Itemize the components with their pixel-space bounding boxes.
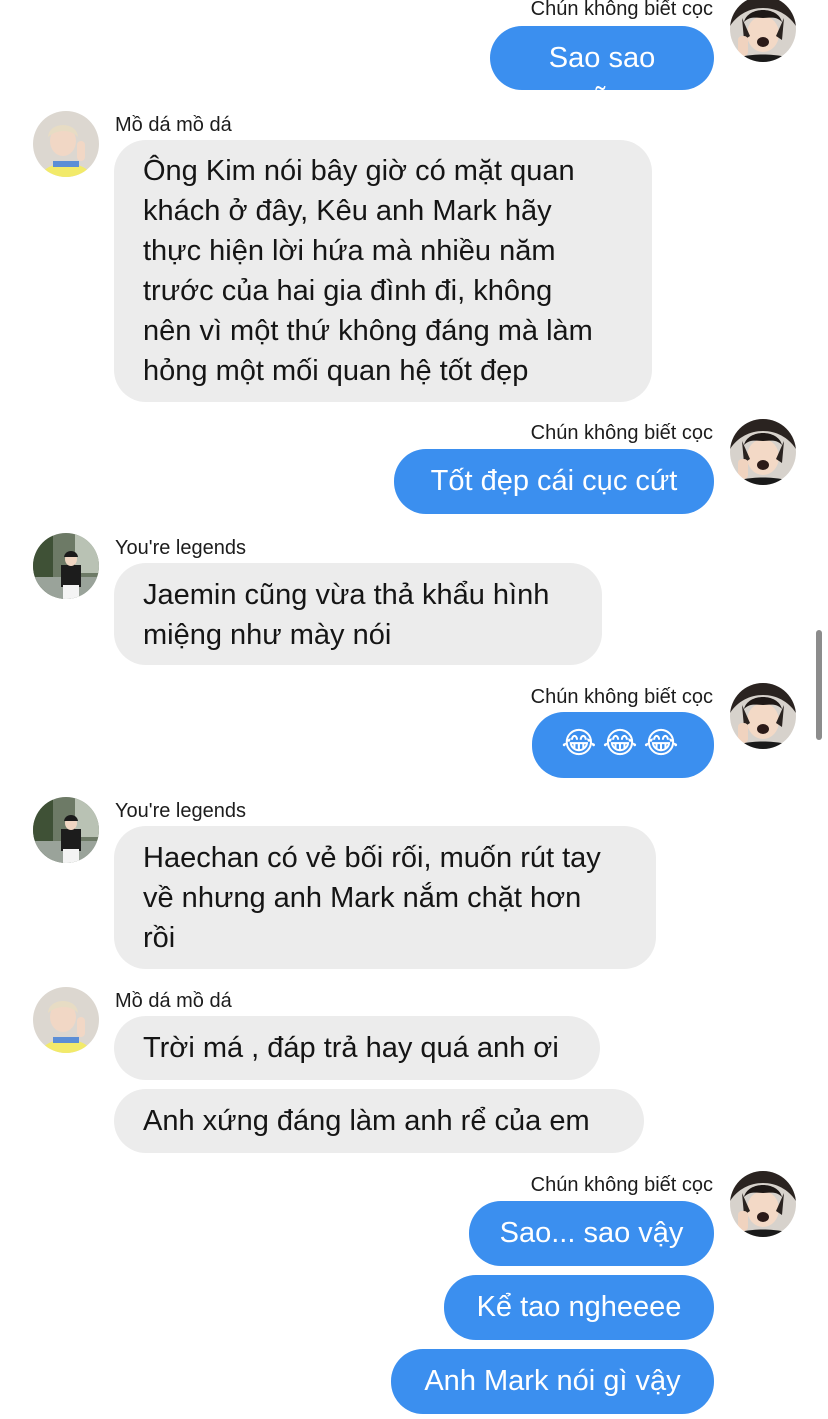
message-bubble-outgoing[interactable]: Anh Mark nói gì vậy: [391, 1349, 714, 1414]
sender-name: Mồ dá mồ dá: [115, 990, 232, 1012]
message-bubble-outgoing[interactable]: Sao sao nữa: [490, 26, 714, 114]
sender-name: Chún không biết cọc: [530, 422, 713, 444]
message-bubble-incoming[interactable]: Haechan có vẻ bối rối, muốn rút tay về n…: [114, 826, 656, 969]
message-bubble-outgoing[interactable]: Kể tao ngheeee: [444, 1275, 714, 1340]
message-bubble-outgoing[interactable]: Sao... sao vậy: [469, 1201, 714, 1266]
sender-name: You're legends: [115, 800, 246, 822]
message-bubble-incoming[interactable]: Trời má , đáp trả hay quá anh ơi: [114, 1016, 600, 1080]
message-bubble-incoming[interactable]: Ông Kim nói bây giờ có mặt quan khách ở …: [114, 140, 652, 402]
sender-name: Chún không biết cọc: [530, 0, 713, 20]
avatar-mo-photo-icon: [33, 111, 99, 177]
avatar-mo-photo-icon: [33, 987, 99, 1053]
avatar[interactable]: [730, 0, 796, 62]
sender-name: You're legends: [115, 537, 246, 559]
message-bubble-outgoing[interactable]: 😂😂😂: [532, 712, 714, 778]
avatar-me-photo-icon: [730, 0, 796, 62]
avatar[interactable]: [33, 111, 99, 177]
avatar[interactable]: [33, 533, 99, 599]
avatar-legends-photo-icon: [33, 533, 99, 599]
scrollbar[interactable]: [816, 630, 822, 740]
avatar-legends-photo-icon: [33, 797, 99, 863]
avatar[interactable]: [730, 1171, 796, 1237]
sender-name: Chún không biết cọc: [530, 686, 713, 708]
avatar-me-photo-icon: [730, 419, 796, 485]
avatar[interactable]: [730, 683, 796, 749]
message-bubble-incoming[interactable]: Jaemin cũng vừa thả khẩu hình miệng như …: [114, 563, 602, 665]
sender-name: Mồ dá mồ dá: [115, 114, 232, 136]
avatar-me-photo-icon: [730, 683, 796, 749]
avatar[interactable]: [33, 797, 99, 863]
avatar-me-photo-icon: [730, 1171, 796, 1237]
sender-name: Chún không biết cọc: [530, 1174, 713, 1196]
message-bubble-outgoing[interactable]: Tốt đẹp cái cục cứt: [394, 449, 714, 514]
chat-thread: Chún không biết cọc Sao sao nữa Mồ dá mồ…: [0, 0, 828, 1419]
avatar[interactable]: [33, 987, 99, 1053]
avatar[interactable]: [730, 419, 796, 485]
message-bubble-incoming[interactable]: Anh xứng đáng làm anh rể của em: [114, 1089, 644, 1153]
